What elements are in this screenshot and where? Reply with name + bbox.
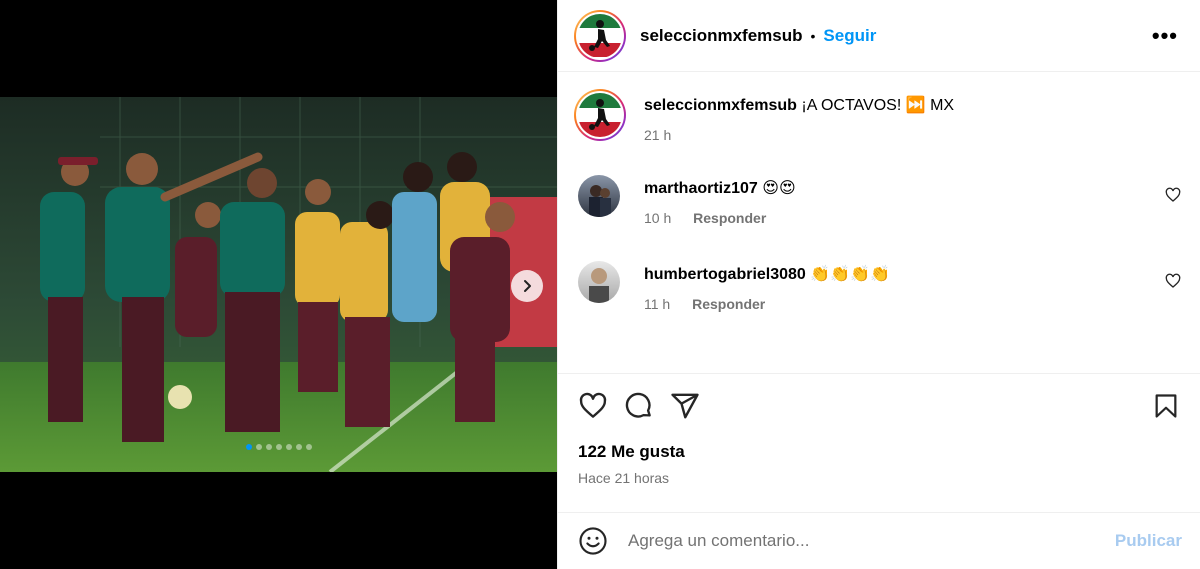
person-photo-icon: [589, 185, 611, 217]
comment-text: 😍😍: [762, 180, 796, 197]
person-photo-icon: [589, 268, 609, 303]
like-count[interactable]: 122 Me gusta: [578, 442, 1180, 462]
caption-username[interactable]: seleccionmxfemsub: [644, 97, 797, 114]
comment-body: humbertogabriel3080 👏👏👏👏 11 h Responder: [644, 264, 1181, 312]
post-timestamp[interactable]: Hace 21 horas: [578, 470, 1180, 486]
comment-like-icon[interactable]: [1165, 187, 1181, 208]
action-icon-row: [578, 390, 1180, 422]
next-image-button[interactable]: [511, 270, 543, 302]
comment-item: humbertogabriel3080 👏👏👏👏 11 h Responder: [578, 261, 1181, 312]
caption-meta: 21 h: [644, 127, 954, 143]
author-avatar[interactable]: [574, 9, 626, 62]
bookmark-icon[interactable]: [1152, 391, 1180, 421]
carousel-dot-3: [265, 444, 272, 450]
follow-button[interactable]: Seguir: [823, 26, 876, 46]
carousel-indicator: [0, 444, 557, 450]
separator-dot: •: [810, 27, 816, 44]
caption: seleccionmxfemsub ¡A OCTAVOS! ⏭️ MX 21 h: [574, 89, 954, 143]
paper-plane-icon[interactable]: [670, 391, 700, 421]
more-options-icon[interactable]: •••: [1152, 23, 1184, 49]
post-header: seleccionmxfemsub • Seguir •••: [558, 0, 1200, 72]
comment-username[interactable]: marthaortiz107: [644, 180, 758, 197]
caption-line: seleccionmxfemsub ¡A OCTAVOS! ⏭️ MX: [644, 95, 954, 115]
player-silhouette-icon: [589, 19, 610, 51]
author-username[interactable]: seleccionmxfemsub: [640, 26, 803, 46]
carousel-dot-4: [275, 444, 282, 450]
post-details-panel: seleccionmxfemsub • Seguir ••• seleccion…: [557, 0, 1200, 569]
celebration-photo: [0, 97, 557, 472]
carousel-dot-6: [295, 444, 302, 450]
author-avatar-image: [576, 11, 624, 60]
comment-input[interactable]: [628, 531, 1115, 551]
carousel-dot-7: [305, 444, 312, 450]
comment-line: marthaortiz107 😍😍: [644, 178, 1181, 198]
commenter-avatar[interactable]: [578, 175, 620, 217]
comment-composer: Publicar: [558, 512, 1200, 569]
comment-bubble-icon[interactable]: [624, 391, 654, 421]
comment-meta: 10 h Responder: [644, 210, 1181, 226]
comment-body: marthaortiz107 😍😍 10 h Responder: [644, 178, 1181, 226]
carousel-dot-5: [285, 444, 292, 450]
comment-meta: 11 h Responder: [644, 296, 1181, 312]
reply-button[interactable]: Responder: [692, 296, 765, 312]
emoji-smiley-icon[interactable]: [578, 526, 608, 556]
caption-body: seleccionmxfemsub ¡A OCTAVOS! ⏭️ MX 21 h: [644, 95, 954, 143]
caption-avatar-image: [576, 91, 624, 139]
carousel-dot-1: [245, 444, 252, 450]
post-actions: 122 Me gusta Hace 21 horas: [558, 373, 1200, 513]
comment-line: humbertogabriel3080 👏👏👏👏: [644, 264, 1181, 284]
comments-list: seleccionmxfemsub ¡A OCTAVOS! ⏭️ MX 21 h…: [558, 73, 1200, 373]
player-silhouette-icon: [589, 99, 610, 130]
heart-icon[interactable]: [578, 391, 608, 421]
comment-time[interactable]: 10 h: [644, 210, 671, 226]
caption-text: ¡A OCTAVOS! ⏭️ MX: [801, 97, 955, 114]
caption-time[interactable]: 21 h: [644, 127, 671, 143]
reply-button[interactable]: Responder: [693, 210, 766, 226]
comment-item: marthaortiz107 😍😍 10 h Responder: [578, 175, 1181, 226]
post-photo[interactable]: [0, 97, 557, 472]
comment-username[interactable]: humbertogabriel3080: [644, 266, 806, 283]
carousel-dot-2: [255, 444, 262, 450]
comment-like-icon[interactable]: [1165, 273, 1181, 294]
chevron-right-icon: [524, 280, 531, 292]
publish-button[interactable]: Publicar: [1115, 531, 1182, 551]
caption-author-avatar[interactable]: [574, 89, 626, 141]
comment-time[interactable]: 11 h: [644, 296, 670, 312]
commenter-avatar[interactable]: [578, 261, 620, 303]
post-media: [0, 0, 557, 569]
comment-text: 👏👏👏👏: [810, 266, 890, 283]
